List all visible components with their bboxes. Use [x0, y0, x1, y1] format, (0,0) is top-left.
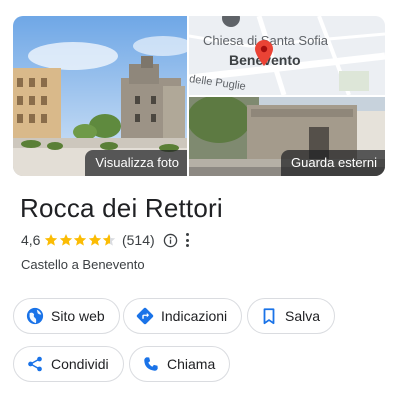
- star-icon: [103, 234, 116, 246]
- directions-label: Indicazioni: [161, 308, 228, 324]
- main-photo[interactable]: Visualizza foto: [13, 16, 187, 176]
- star-icon: [88, 234, 102, 246]
- map-thumbnail[interactable]: Chiesa di Santa Sofia Benevento delle Pu…: [189, 16, 385, 95]
- place-title: Rocca dei Rettori: [20, 193, 223, 223]
- photo-gallery: Visualizza foto Chiesa di Santa Sofia Be…: [13, 16, 385, 176]
- share-icon: [28, 356, 42, 372]
- street-view-button[interactable]: Guarda esterni: [281, 150, 385, 176]
- globe-icon: [26, 307, 44, 325]
- rating-row: 4,6 (514): [21, 232, 190, 248]
- website-label: Sito web: [51, 308, 105, 324]
- street-view-thumbnail[interactable]: Guarda esterni: [189, 97, 385, 176]
- more-vert-icon[interactable]: [186, 233, 190, 247]
- call-label: Chiama: [167, 356, 216, 372]
- phone-icon: [144, 357, 158, 371]
- website-button[interactable]: Sito web: [13, 298, 120, 334]
- share-button[interactable]: Condividi: [13, 346, 124, 382]
- bookmark-icon: [263, 308, 275, 325]
- star-icon: [59, 234, 73, 246]
- directions-button[interactable]: Indicazioni: [123, 298, 243, 334]
- review-count-link[interactable]: (514): [122, 232, 155, 248]
- save-button[interactable]: Salva: [247, 298, 336, 334]
- call-button[interactable]: Chiama: [129, 346, 231, 382]
- map-pin-icon: [255, 40, 273, 66]
- place-category: Castello a Benevento: [21, 257, 145, 272]
- info-icon[interactable]: [163, 233, 178, 248]
- rating-score: 4,6: [21, 232, 41, 248]
- rating-stars: [44, 233, 117, 247]
- view-photos-button[interactable]: Visualizza foto: [85, 150, 187, 176]
- save-label: Salva: [285, 308, 321, 324]
- directions-icon: [136, 307, 154, 325]
- star-icon: [74, 234, 87, 246]
- share-label: Condividi: [51, 356, 109, 372]
- star-icon: [45, 234, 58, 246]
